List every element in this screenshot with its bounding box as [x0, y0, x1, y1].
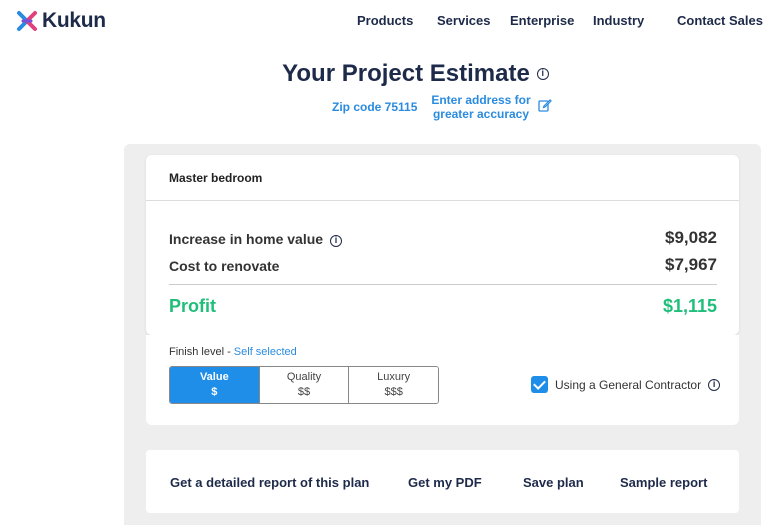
info-icon[interactable]: i [536, 68, 549, 80]
general-contractor-label[interactable]: Using a General Contractor [555, 378, 701, 392]
finish-level-section: Finish level - Self selected Value $ Qua… [146, 335, 739, 425]
page-title: Your Project Estimate [282, 60, 530, 87]
summary-card: Master bedroom Increase in home value i … [146, 155, 739, 335]
estimate-title-row: Your Project Estimate i [0, 60, 776, 88]
option-name: Quality [286, 371, 322, 383]
finish-option-value[interactable]: Value $ [170, 367, 260, 403]
option-price: $ [211, 386, 218, 398]
info-icon[interactable]: i [329, 235, 342, 247]
general-contractor-checkbox[interactable] [531, 376, 548, 393]
option-name: Value [199, 371, 229, 383]
nav-enterprise[interactable]: Enterprise [510, 13, 574, 28]
increase-label-text: Increase in home value [169, 231, 324, 247]
divider [146, 200, 739, 201]
kukun-logo[interactable]: Kukun [16, 9, 106, 33]
finish-label-text: Finish level - [169, 346, 234, 358]
increase-home-value: $9,082 [665, 228, 717, 247]
info-icon[interactable]: i [708, 378, 721, 391]
save-plan-link[interactable]: Save plan [523, 475, 584, 490]
cost-to-renovate-value: $7,967 [665, 255, 717, 274]
finish-option-luxury[interactable]: Luxury $$$ [349, 367, 438, 403]
detailed-report-link[interactable]: Get a detailed report of this plan [170, 475, 369, 490]
divider [169, 284, 717, 285]
finish-level-label: Finish level - Self selected [169, 346, 297, 358]
zip-code-link[interactable]: Zip code 75115 [332, 100, 417, 114]
self-selected-link[interactable]: Self selected [234, 346, 297, 358]
nav-industry[interactable]: Industry [593, 13, 644, 28]
enter-address-link[interactable]: Enter address for greater accuracy [426, 93, 536, 121]
nav-products[interactable]: Products [357, 13, 413, 28]
nav-services[interactable]: Services [437, 13, 491, 28]
increase-home-value-label: Increase in home value i [169, 231, 342, 247]
option-price: $$$ [384, 386, 403, 398]
kukun-logo-icon [17, 11, 37, 31]
sample-report-link[interactable]: Sample report [620, 475, 707, 490]
profit-value: $1,115 [662, 296, 717, 316]
finish-option-quality[interactable]: Quality $$ [259, 367, 350, 403]
get-pdf-link[interactable]: Get my PDF [408, 475, 482, 490]
profit-label: Profit [169, 296, 216, 316]
option-name: Luxury [377, 371, 411, 383]
general-contractor-option: Using a General Contractor i [531, 376, 721, 393]
action-bar: Get a detailed report of this plan Get m… [146, 450, 739, 513]
finish-level-selector: Value $ Quality $$ Luxury $$$ [169, 366, 439, 404]
option-price: $$ [297, 386, 311, 398]
logo-text: Kukun [42, 9, 106, 32]
cost-to-renovate-label: Cost to renovate [169, 258, 280, 274]
edit-icon[interactable] [538, 98, 552, 112]
room-name: Master bedroom [169, 171, 263, 185]
nav-contact-sales[interactable]: Contact Sales [677, 13, 763, 28]
